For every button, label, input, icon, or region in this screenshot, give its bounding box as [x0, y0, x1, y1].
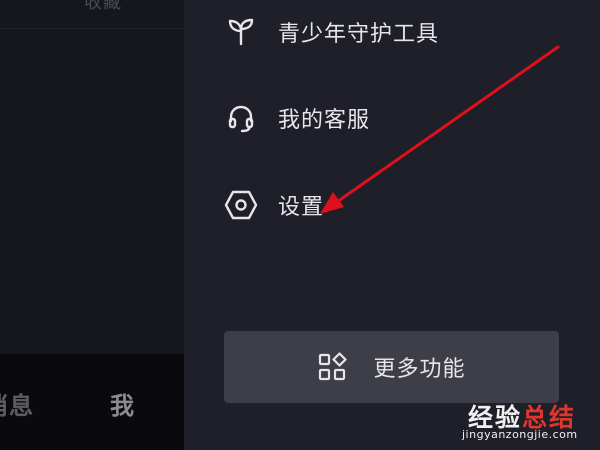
- sprout-icon: [224, 15, 258, 49]
- menu-item-settings[interactable]: 设置: [224, 183, 524, 227]
- more-features-button[interactable]: 更多功能: [224, 331, 559, 403]
- menu-item-label: 青少年守护工具: [278, 22, 440, 47]
- bottom-tab-bar: 消息 我: [0, 354, 184, 450]
- watermark: 经验总结 jingyanzongjie.com: [462, 398, 598, 446]
- grid-apps-icon: [317, 352, 348, 382]
- headset-icon: [224, 101, 258, 135]
- divider: [0, 28, 184, 29]
- more-features-label: 更多功能: [373, 357, 466, 382]
- side-drawer: 青少年守护工具 我的客服 设置 更多功能: [184, 0, 600, 450]
- app-screen: 收藏 消息 我 青少年守护工具: [0, 0, 600, 450]
- menu-item-customer-service[interactable]: 我的客服: [224, 96, 524, 140]
- menu-item-youth-protection[interactable]: 青少年守护工具: [224, 10, 524, 54]
- watermark-url: jingyanzongjie.com: [462, 428, 578, 441]
- main-content-pane: 收藏 消息 我: [0, 0, 184, 450]
- favorites-tab-label[interactable]: 收藏: [84, 0, 122, 14]
- hexagon-gear-icon: [224, 188, 258, 222]
- tab-me[interactable]: 我: [110, 386, 134, 421]
- menu-item-label: 设置: [278, 195, 325, 220]
- menu-item-label: 我的客服: [278, 108, 371, 133]
- tab-messages[interactable]: 消息: [0, 386, 34, 421]
